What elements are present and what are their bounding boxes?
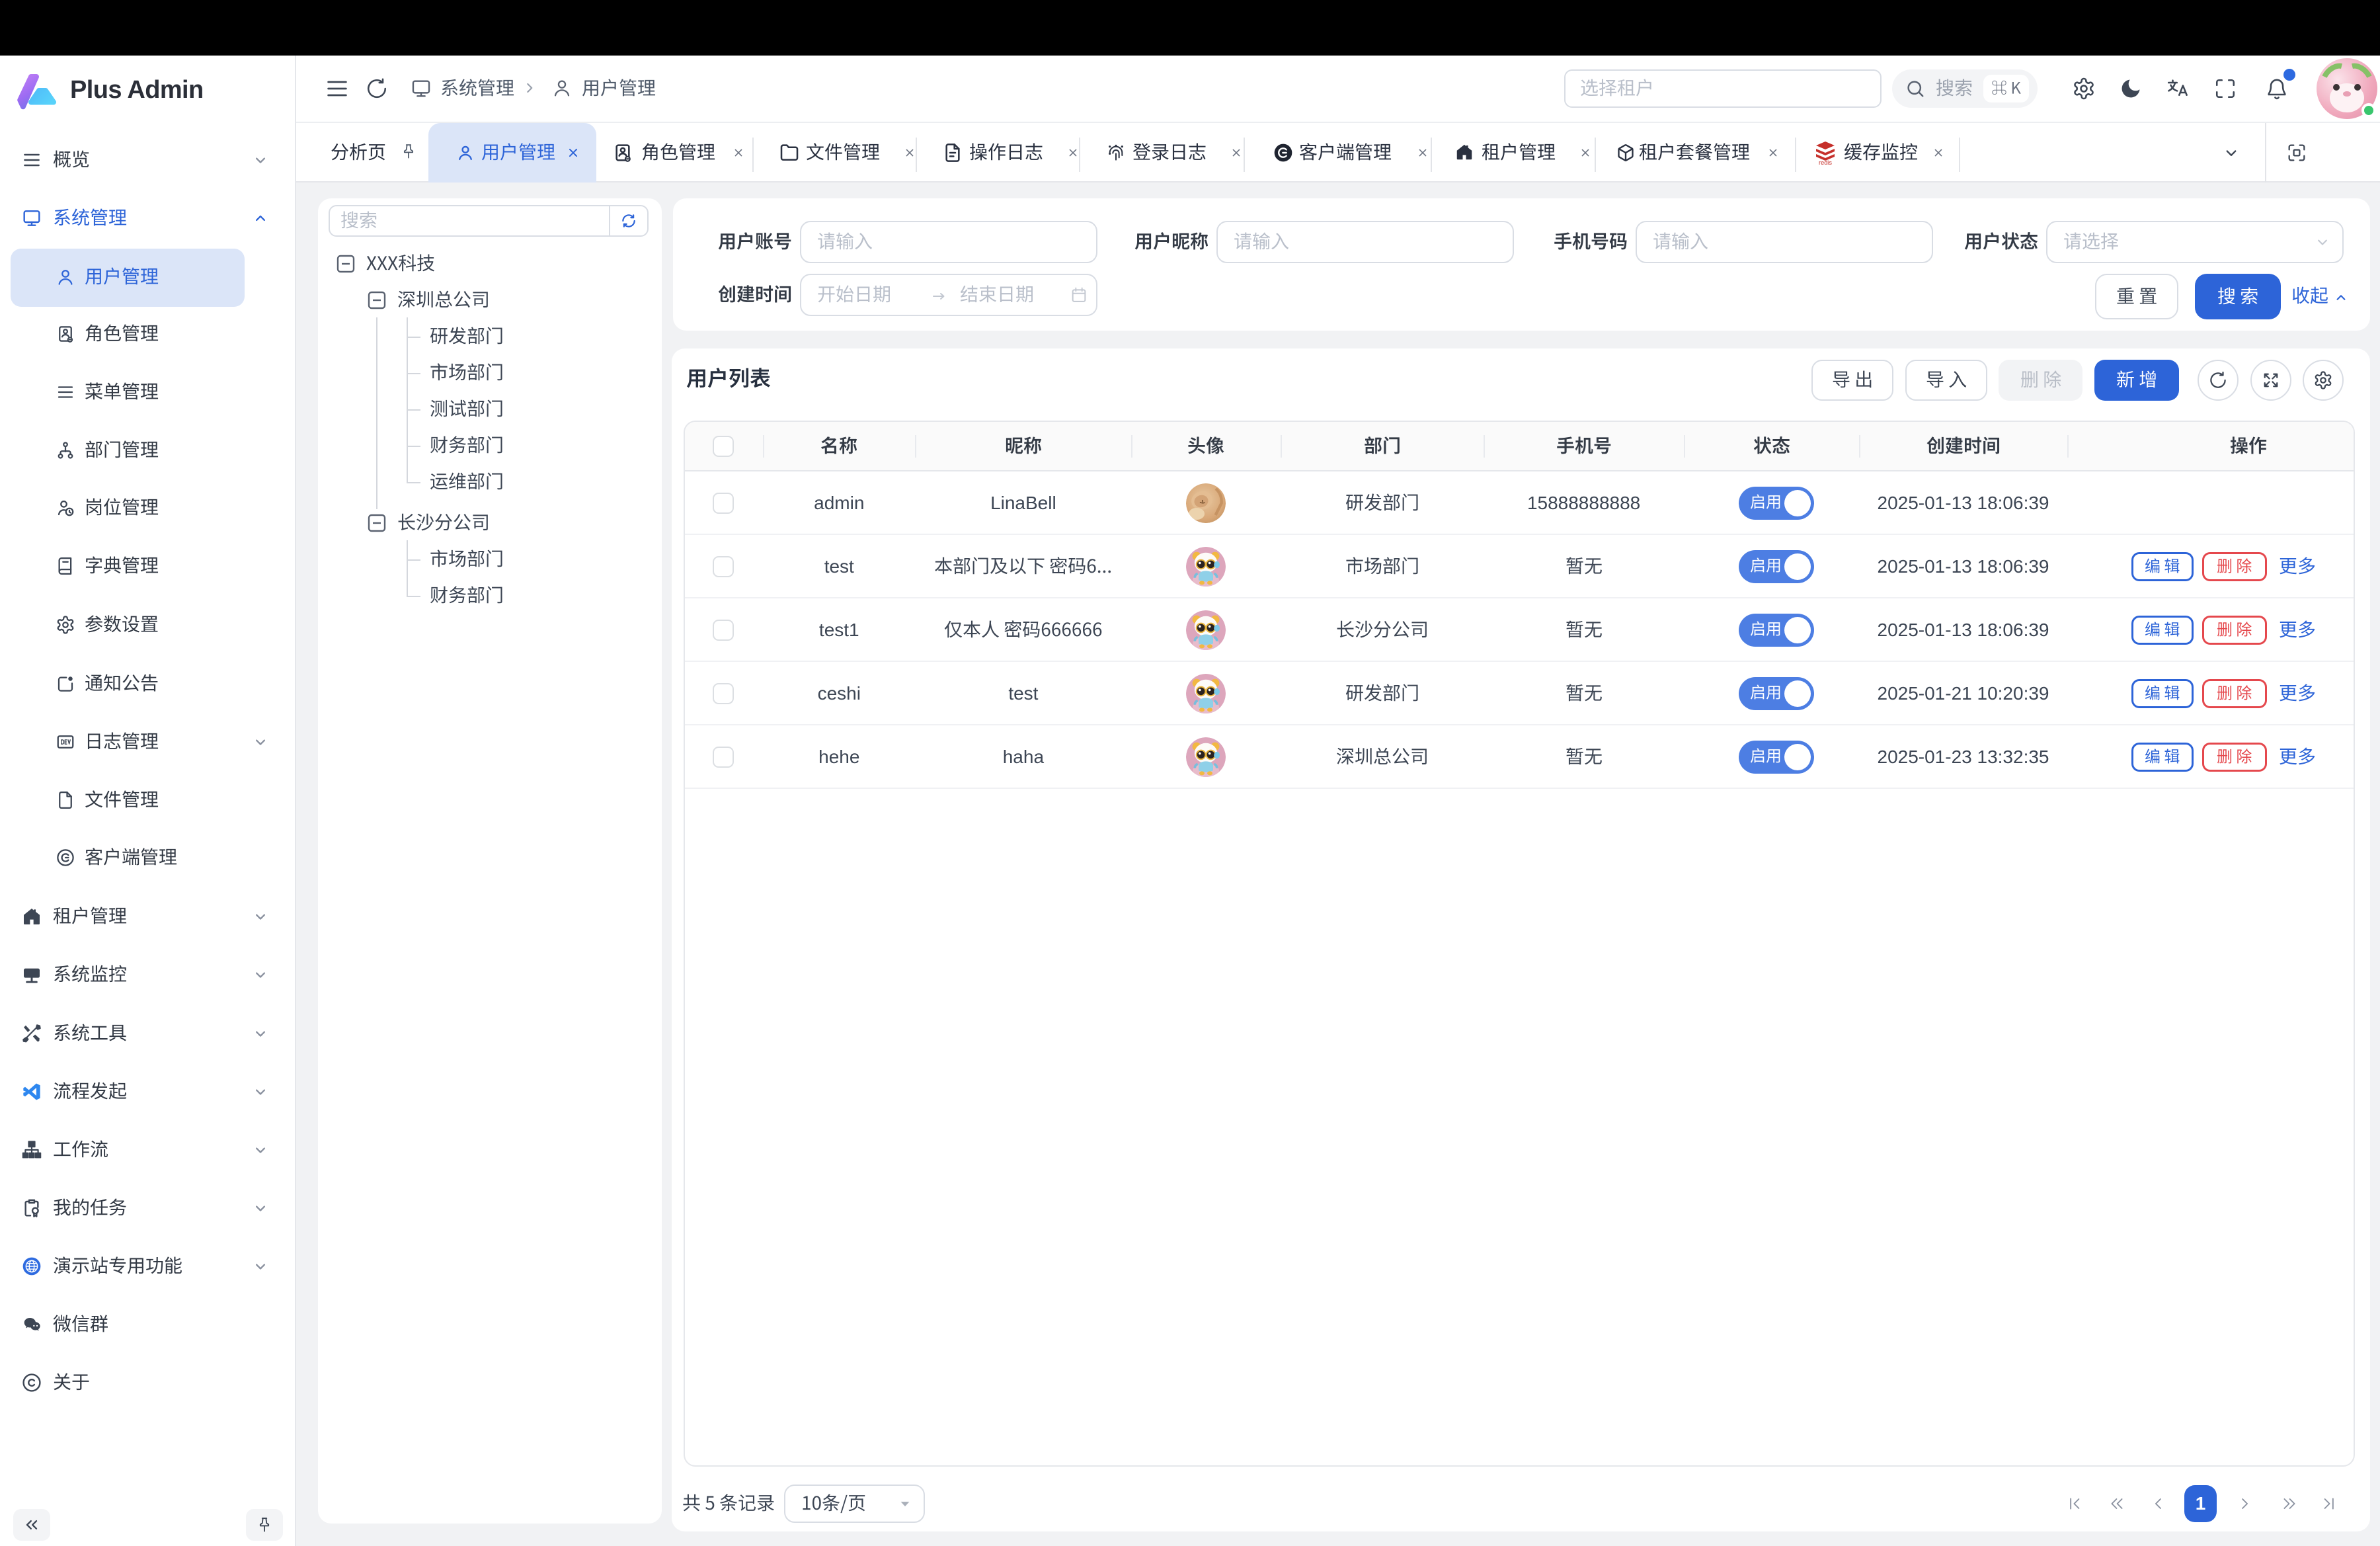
svg-text:redis: redis [1819, 159, 1832, 165]
